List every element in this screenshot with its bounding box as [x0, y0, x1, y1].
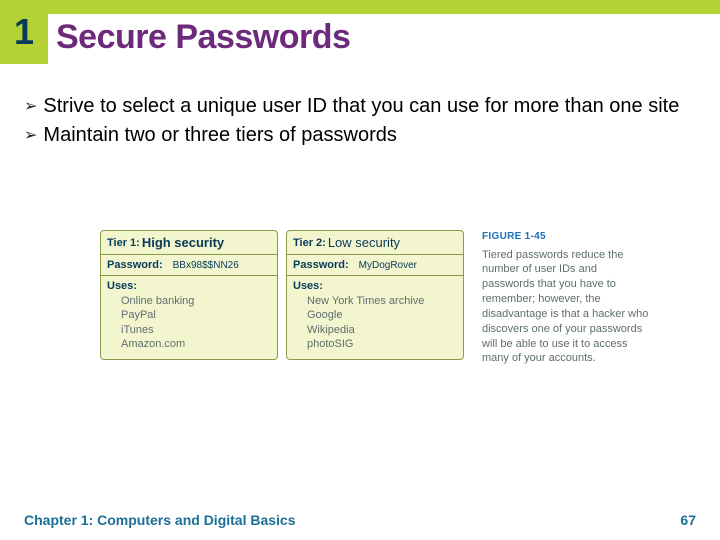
uses-label: Uses:: [293, 280, 457, 292]
uses-item: Wikipedia: [307, 323, 457, 337]
list-item: ➢ Maintain two or three tiers of passwor…: [24, 123, 696, 148]
caption-label: FIGURE 1-45: [482, 230, 652, 244]
security-label: High security: [142, 235, 224, 250]
tier-header-row: Tier 2: Low security: [287, 231, 463, 255]
bullet-text: Strive to select a unique user ID that y…: [43, 94, 679, 119]
list-item: ➢ Strive to select a unique user ID that…: [24, 94, 696, 119]
uses-block: Uses: Online banking PayPal iTunes Amazo…: [101, 276, 277, 359]
footer-chapter: Chapter 1: Computers and Digital Basics: [24, 512, 296, 528]
uses-items: Online banking PayPal iTunes Amazon.com: [121, 294, 271, 351]
tier-card-low: Tier 2: Low security Password: MyDogRove…: [286, 230, 464, 360]
password-value: BBx98$$NN26: [173, 260, 239, 271]
uses-item: photoSIG: [307, 337, 457, 351]
uses-block: Uses: New York Times archive Google Wiki…: [287, 276, 463, 359]
password-row: Password: MyDogRover: [287, 255, 463, 276]
footer-page: 67: [680, 512, 696, 528]
password-value: MyDogRover: [359, 260, 417, 271]
accent-bar: [0, 0, 720, 14]
page-title: Secure Passwords: [56, 18, 350, 57]
chapter-number: 1: [14, 11, 34, 53]
bullet-arrow-icon: ➢: [24, 126, 37, 146]
password-label: Password:: [107, 259, 163, 271]
security-label: Low security: [328, 235, 400, 250]
chapter-number-box: 1: [0, 0, 48, 64]
caption-text: Tiered passwords reduce the number of us…: [482, 248, 652, 367]
tier-label: Tier 2:: [293, 237, 326, 249]
uses-item: Amazon.com: [121, 337, 271, 351]
footer: Chapter 1: Computers and Digital Basics …: [0, 512, 720, 528]
uses-item: New York Times archive: [307, 294, 457, 308]
bullet-list: ➢ Strive to select a unique user ID that…: [24, 94, 696, 152]
figure: Tier 1: High security Password: BBx98$$N…: [100, 230, 660, 366]
uses-item: PayPal: [121, 308, 271, 322]
uses-items: New York Times archive Google Wikipedia …: [307, 294, 457, 351]
password-row: Password: BBx98$$NN26: [101, 255, 277, 276]
tier-label: Tier 1:: [107, 237, 140, 249]
password-label: Password:: [293, 259, 349, 271]
tier-card-high: Tier 1: High security Password: BBx98$$N…: [100, 230, 278, 360]
uses-item: Google: [307, 308, 457, 322]
uses-label: Uses:: [107, 280, 271, 292]
uses-item: Online banking: [121, 294, 271, 308]
uses-item: iTunes: [121, 323, 271, 337]
bullet-text: Maintain two or three tiers of passwords: [43, 123, 397, 148]
figure-caption: FIGURE 1-45 Tiered passwords reduce the …: [482, 230, 652, 366]
bullet-arrow-icon: ➢: [24, 97, 37, 117]
tier-header-row: Tier 1: High security: [101, 231, 277, 255]
